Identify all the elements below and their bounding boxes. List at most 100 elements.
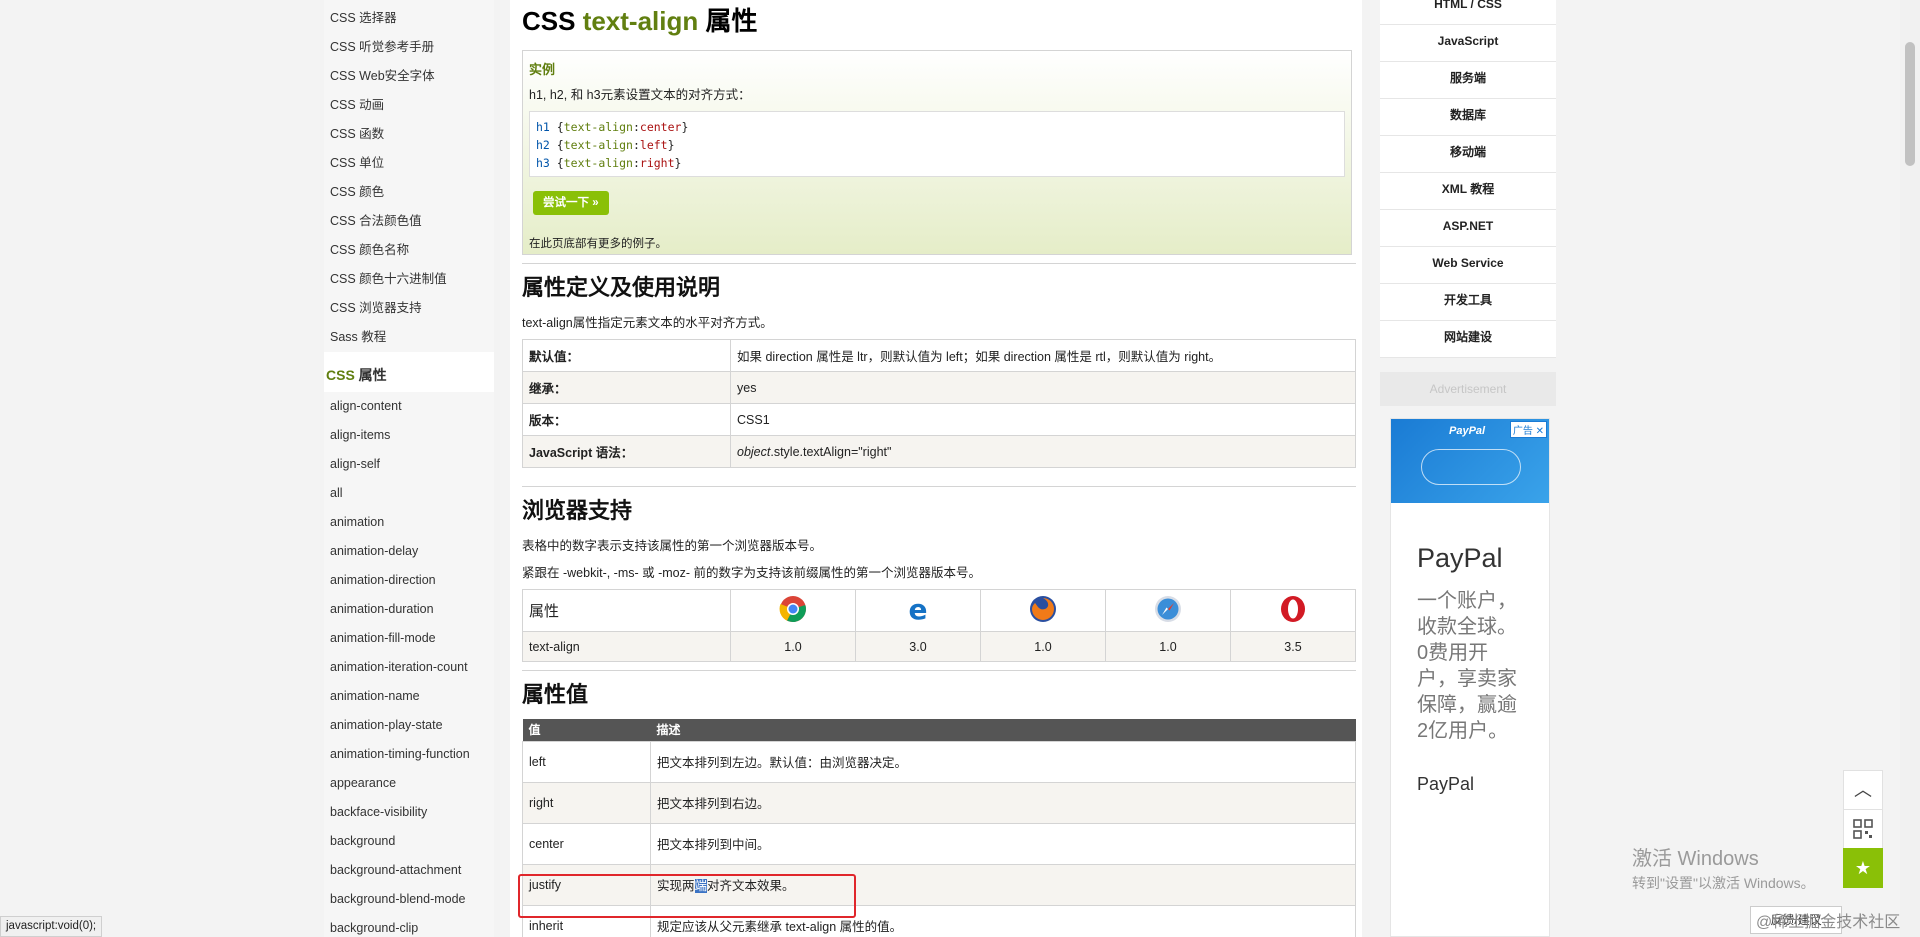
right-nav-item[interactable]: ASP.NET <box>1380 210 1556 247</box>
left-nav-property-item[interactable]: animation-duration <box>324 595 494 624</box>
left-nav-property-item[interactable]: animation-play-state <box>324 711 494 740</box>
browser-col-header: e <box>855 589 981 632</box>
right-nav-item[interactable]: 网站建设 <box>1380 321 1556 358</box>
values-row: left 把文本排列到左边。默认值：由浏览器决定。 <box>522 740 1356 783</box>
value-description: 把文本排列到左边。默认值：由浏览器决定。 <box>650 740 1356 783</box>
definition-key: 默认值： <box>522 339 731 372</box>
left-nav-property-item[interactable]: background-clip <box>324 914 494 937</box>
left-nav-property-item[interactable]: animation-delay <box>324 537 494 566</box>
value-description: 把文本排列到右边。 <box>650 781 1356 824</box>
divider <box>522 670 1356 671</box>
left-nav-item[interactable]: CSS 合法颜色值 <box>324 207 494 236</box>
right-nav-item[interactable]: JavaScript <box>1380 25 1556 62</box>
paypal-ad[interactable]: PayPal 广告 ✕ PayPal 一个账户，收款全球。0费用开户，享卖家保障… <box>1390 418 1550 937</box>
left-nav-item[interactable]: CSS 动画 <box>324 91 494 120</box>
definition-value-text: .style.textAlign="right" <box>770 444 892 459</box>
left-nav-property-item[interactable]: animation-iteration-count <box>324 653 494 682</box>
left-nav-property-item[interactable]: background <box>324 827 494 856</box>
left-nav-item[interactable]: CSS 颜色 <box>324 178 494 207</box>
left-nav-property-item[interactable]: appearance <box>324 769 494 798</box>
right-nav-item[interactable]: 移动端 <box>1380 136 1556 173</box>
main-content: CSS text-align 属性 实例 h1, h2, 和 h3元素设置文本的… <box>510 0 1362 937</box>
code-value: center <box>639 120 682 134</box>
code-brace: } <box>674 156 682 170</box>
left-nav-property-item[interactable]: backface-visibility <box>324 798 494 827</box>
value-keyword: left <box>522 740 651 783</box>
scrollbar-thumb[interactable] <box>1905 42 1915 166</box>
code-value: left <box>639 138 668 152</box>
definition-value-text: yes <box>737 380 757 395</box>
left-nav-property-item[interactable]: all <box>324 479 494 508</box>
ad-tag[interactable]: 广告 ✕ <box>1509 421 1547 438</box>
definition-row: 默认值： 如果 direction 属性是 ltr，则默认值为 left；如果 d… <box>522 339 1356 372</box>
definition-row: 版本： CSS1 <box>522 403 1356 436</box>
left-nav-property-item[interactable]: background-blend-mode <box>324 885 494 914</box>
ad-banner[interactable]: PayPal 广告 ✕ <box>1391 419 1549 503</box>
left-nav-item[interactable]: CSS 颜色名称 <box>324 236 494 265</box>
code-colon: : <box>632 120 640 134</box>
page-title-prefix: CSS <box>522 6 583 36</box>
right-nav-item[interactable]: Web Service <box>1380 247 1556 284</box>
right-nav-item[interactable]: 开发工具 <box>1380 284 1556 321</box>
ad-brand: PayPal <box>1417 543 1503 573</box>
code-brace: { <box>549 120 564 134</box>
right-nav-item[interactable]: 服务端 <box>1380 62 1556 99</box>
right-sidebar: HTML / CSS JavaScript 服务端 数据库 移动端 XML 教程 ASP.N… <box>1380 0 1556 937</box>
definition-desc: text-align属性指定元素文本的水平对齐方式。 <box>522 316 773 330</box>
ad-tag-label: 广告 <box>1512 426 1533 437</box>
left-nav-property-item[interactable]: align-items <box>324 421 494 450</box>
browser-version: 1.0 <box>730 631 856 662</box>
left-nav-item[interactable]: CSS 选择器 <box>324 4 494 33</box>
definition-value-text: 如果 direction 属性是 ltr，则默认值为 left；如果 direc… <box>737 350 1222 364</box>
try-it-button[interactable]: 尝试一下 » <box>533 191 609 215</box>
browser-col-header <box>1230 589 1356 632</box>
browser-table: 属性 e text-align 1.0 3.0 1.0 1.0 3.5 <box>522 589 1356 662</box>
right-nav-menu: HTML / CSS JavaScript 服务端 数据库 移动端 XML 教程 ASP.N… <box>1380 0 1556 358</box>
left-nav-property-item[interactable]: animation-name <box>324 682 494 711</box>
left-nav-property-item[interactable]: animation <box>324 508 494 537</box>
definition-key: 版本： <box>522 403 731 436</box>
section-title-suffix: 属性 <box>354 367 387 383</box>
browser-col-label: 属性 <box>522 589 731 632</box>
left-nav-item[interactable]: CSS 函数 <box>324 120 494 149</box>
left-nav-property-item[interactable]: animation-direction <box>324 566 494 595</box>
chrome-icon <box>779 595 807 626</box>
browser-desc-1: 表格中的数字表示支持该属性的第一个浏览器版本号。 <box>522 539 823 553</box>
right-nav-item[interactable]: 数据库 <box>1380 99 1556 136</box>
qr-code-button[interactable] <box>1843 809 1883 849</box>
ad-slogan: 一个账户，收款全球。0费用开户，享卖家保障，赢逾2亿用户。 <box>1417 590 1517 742</box>
left-nav-item[interactable]: CSS 浏览器支持 <box>324 294 494 323</box>
left-nav-property-item[interactable]: align-self <box>324 450 494 479</box>
left-nav-item[interactable]: CSS 颜色十六进制值 <box>324 265 494 294</box>
definition-table: 默认值： 如果 direction 属性是 ltr，则默认值为 left；如果 d… <box>522 339 1356 468</box>
browser-version: 3.0 <box>855 631 981 662</box>
divider <box>522 486 1356 487</box>
firefox-icon <box>1029 595 1057 626</box>
favorite-button[interactable]: ★ <box>1843 848 1883 888</box>
browser-version: 1.0 <box>980 631 1106 662</box>
back-to-top-button[interactable]: ︿ <box>1843 770 1883 810</box>
left-nav-item[interactable]: Sass 教程 <box>324 323 494 352</box>
browser-col-header <box>980 589 1106 632</box>
left-nav-property-item[interactable]: align-content <box>324 392 494 421</box>
browser-heading: 浏览器支持 <box>522 498 633 523</box>
value-description: 把文本排列到中间。 <box>650 822 1356 865</box>
left-nav-item[interactable]: CSS 单位 <box>324 149 494 178</box>
right-nav-item[interactable]: XML 教程 <box>1380 173 1556 210</box>
left-nav-item[interactable]: CSS Web安全字体 <box>324 62 494 91</box>
code-brace: { <box>549 138 564 152</box>
status-bar-url: javascript:void(0); <box>0 916 103 937</box>
values-row: center 把文本排列到中间。 <box>522 822 1356 865</box>
page-scrollbar[interactable] <box>1900 0 1920 937</box>
page-title: CSS text-align 属性 <box>522 6 1350 50</box>
code-selector: h2 <box>536 138 550 152</box>
right-nav-item[interactable]: HTML / CSS <box>1380 0 1556 25</box>
left-nav-property-item[interactable]: animation-timing-function <box>324 740 494 769</box>
watermark-line-1: 激活 Windows <box>1632 848 1759 870</box>
left-nav-property-item[interactable]: background-attachment <box>324 856 494 885</box>
left-nav-item[interactable]: CSS 听觉参考手册 <box>324 33 494 62</box>
left-nav-property-item[interactable]: animation-fill-mode <box>324 624 494 653</box>
value-keyword: center <box>522 822 651 865</box>
example-desc: h1, h2, 和 h3元素设置文本的对齐方式： <box>529 88 751 102</box>
definition-value-text: CSS1 <box>737 412 770 427</box>
